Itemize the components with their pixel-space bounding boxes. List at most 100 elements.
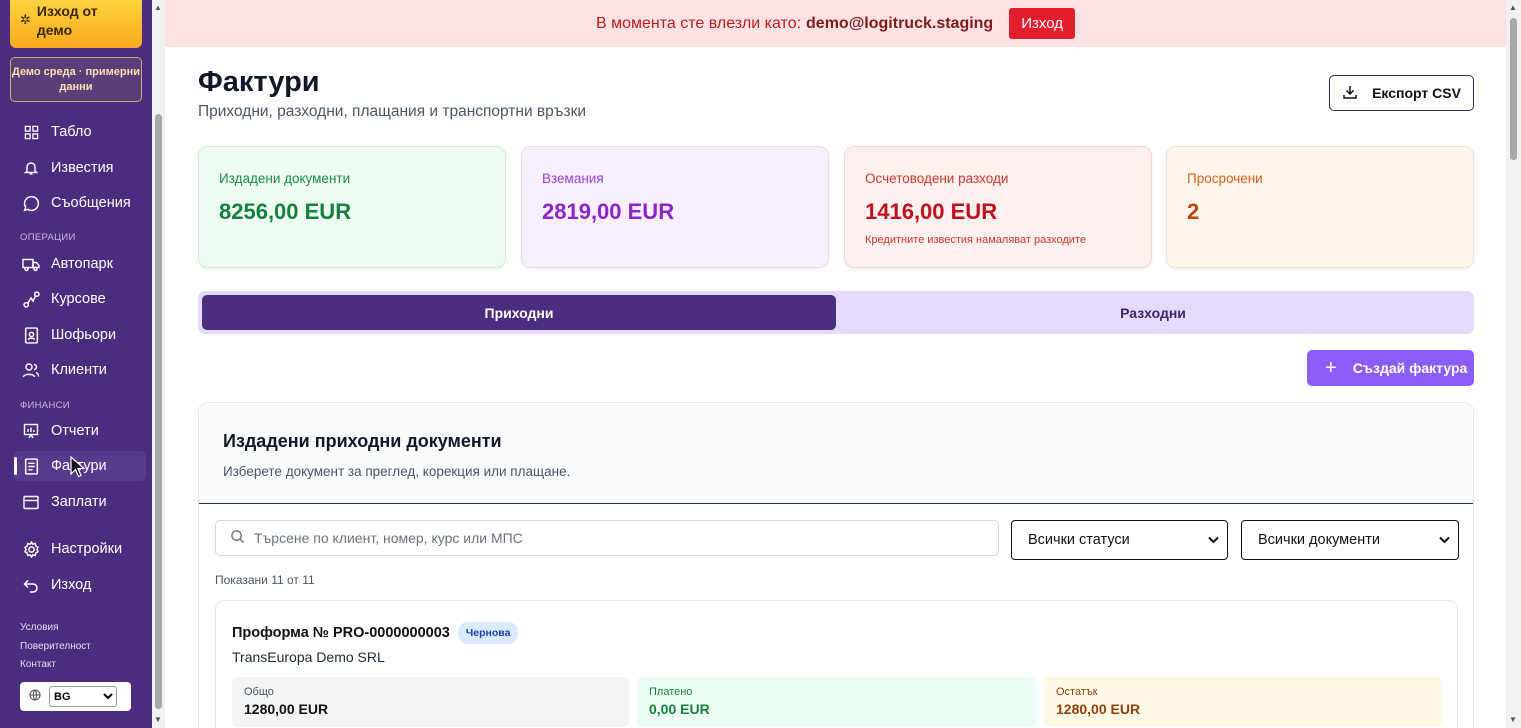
stat-label: Просрочени — [1187, 171, 1263, 186]
gear-icon — [20, 540, 42, 558]
sidebar-item-clients[interactable]: Клиенти — [14, 355, 146, 385]
section-finance: ФИНАНСИ — [20, 400, 70, 411]
download-icon — [1342, 84, 1372, 103]
chevron-down-icon — [1208, 532, 1219, 548]
id-badge-icon — [20, 326, 42, 344]
panel-title: Издадени приходни документи — [223, 431, 502, 451]
sidebar-item-label: Табло — [51, 124, 92, 140]
export-csv-label: Експорт CSV — [1372, 85, 1461, 101]
sidebar-item-settings[interactable]: Настройки — [14, 534, 146, 564]
chevron-down-icon — [1439, 532, 1450, 548]
language-select[interactable]: BG — [49, 686, 117, 707]
users-icon — [20, 362, 42, 378]
stat-label: Осчетоводени разходи — [865, 171, 1009, 186]
bell-icon — [20, 160, 42, 176]
wallet-icon — [20, 495, 42, 510]
chat-icon — [20, 195, 42, 212]
total-label: Общо — [244, 686, 274, 698]
stat-value: 1416,00 EUR — [865, 199, 998, 224]
document-filter-value: Всички документи — [1258, 532, 1380, 548]
panel-subtitle: Изберете документ за преглед, корекция и… — [223, 464, 571, 479]
sidebar-item-label: Известия — [51, 160, 114, 176]
contact-link[interactable]: Контакт — [20, 659, 56, 670]
tab-expense[interactable]: Разходни — [836, 295, 1470, 330]
receipt-icon — [20, 457, 42, 475]
scroll-down-arrow[interactable]: ▼ — [1509, 715, 1517, 724]
search-input[interactable]: Търсене по клиент, номер, курс или МПС — [215, 520, 999, 556]
create-invoice-label: Създай фактура — [1352, 360, 1468, 376]
stat-card-receivables: Вземания 2819,00 EUR — [521, 146, 829, 268]
stat-note: Кредитните известия намаляват разходите — [865, 234, 1086, 246]
search-placeholder: Търсене по клиент, номер, курс или МПС — [254, 530, 523, 546]
sidebar-item-dashboard[interactable]: Табло — [14, 117, 146, 147]
login-banner: В момента сте влезли като: demo@logitruc… — [165, 0, 1506, 47]
export-csv-button[interactable]: Експорт CSV — [1329, 75, 1474, 111]
search-icon — [230, 529, 254, 547]
sidebar-item-logout[interactable]: Изход — [14, 570, 146, 600]
page-scrollbar[interactable]: ▲ ▼ — [1506, 0, 1521, 728]
truck-icon — [20, 257, 42, 272]
invoice-type-tabs: Приходни Разходни — [198, 291, 1474, 334]
scroll-down-arrow[interactable]: ▼ — [154, 715, 162, 724]
remaining-label: Остатък — [1056, 686, 1098, 698]
grid-icon — [20, 125, 42, 140]
status-filter-select[interactable]: Всички статуси — [1011, 520, 1228, 560]
sidebar-item-label: Изход — [51, 577, 92, 593]
exit-demo-button[interactable]: ✲ Изход от демо — [10, 0, 142, 48]
chart-icon — [20, 423, 42, 439]
language-selector: BG — [20, 682, 131, 711]
sidebar-item-label: Съобщения — [51, 195, 131, 211]
issued-documents-panel: Издадени приходни документи Изберете док… — [198, 402, 1474, 728]
total-box: Общо 1280,00 EUR — [232, 677, 629, 727]
logout-button[interactable]: Изход — [1009, 8, 1075, 39]
banner-text: В момента сте влезли като: — [596, 14, 802, 32]
terms-link[interactable]: Условия — [20, 622, 59, 633]
sidebar-item-label: Настройки — [51, 541, 123, 557]
paid-label: Платено — [649, 686, 693, 698]
scrollbar-thumb[interactable] — [155, 114, 162, 709]
document-client: TransEuropa Demo SRL — [232, 649, 385, 665]
stat-card-overdue: Просрочени 2 — [1166, 146, 1474, 268]
route-icon — [20, 290, 42, 308]
plus-icon: + — [1325, 357, 1337, 379]
section-operations: ОПЕРАЦИИ — [20, 232, 76, 243]
sidebar-item-messages[interactable]: Съобщения — [14, 188, 146, 218]
document-title: Проформа № PRO-0000000003 — [232, 625, 450, 641]
results-count: Показани 11 от 11 — [215, 573, 315, 587]
scroll-up-arrow[interactable]: ▲ — [1509, 3, 1517, 12]
sidebar-item-label: Шофьори — [51, 327, 117, 343]
privacy-link[interactable]: Поверителност — [20, 641, 91, 652]
document-card[interactable]: Проформа № PRO-0000000003 Чернова TransE… — [215, 600, 1458, 728]
logout-icon — [20, 578, 42, 593]
sidebar-item-trips[interactable]: Курсове — [14, 284, 146, 314]
tab-income[interactable]: Приходни — [202, 295, 836, 330]
panel-header: Издадени приходни документи Изберете док… — [199, 403, 1473, 504]
sidebar-item-salaries[interactable]: Заплати — [14, 487, 146, 517]
total-value: 1280,00 EUR — [244, 701, 329, 717]
scrollbar-thumb[interactable] — [1510, 18, 1517, 160]
sidebar-item-fleet[interactable]: Автопарк — [14, 249, 146, 279]
paid-box: Платено 0,00 EUR — [637, 677, 1036, 727]
scroll-up-arrow[interactable]: ▲ — [154, 3, 162, 12]
status-filter-value: Всички статуси — [1028, 532, 1130, 548]
banner-email: demo@logitruck.staging — [806, 14, 994, 32]
sidebar-item-label: Отчети — [51, 423, 99, 439]
stat-label: Издадени документи — [219, 171, 351, 186]
demo-environment-badge: Демо среда · примерни данни — [10, 57, 142, 102]
document-filter-select[interactable]: Всички документи — [1241, 520, 1459, 560]
document-title-row: Проформа № PRO-0000000003 Чернова — [232, 622, 519, 644]
sidebar-item-notifications[interactable]: Известия — [14, 153, 146, 183]
status-badge: Чернова — [457, 622, 519, 644]
paid-value: 0,00 EUR — [649, 701, 710, 717]
stat-value: 8256,00 EUR — [219, 199, 352, 224]
sidebar-item-label: Заплати — [51, 494, 107, 510]
page-subtitle: Приходни, разходни, плащания и транспорт… — [198, 103, 587, 120]
mouse-cursor-icon — [70, 455, 86, 483]
sidebar-item-label: Клиенти — [51, 362, 107, 378]
sidebar-item-drivers[interactable]: Шофьори — [14, 320, 146, 350]
stat-label: Вземания — [542, 171, 604, 186]
sidebar-scrollbar[interactable]: ▲ ▼ — [152, 0, 165, 728]
create-invoice-button[interactable]: + Създай фактура — [1307, 350, 1474, 386]
globe-icon — [29, 689, 41, 704]
sidebar-item-reports[interactable]: Отчети — [14, 416, 146, 446]
